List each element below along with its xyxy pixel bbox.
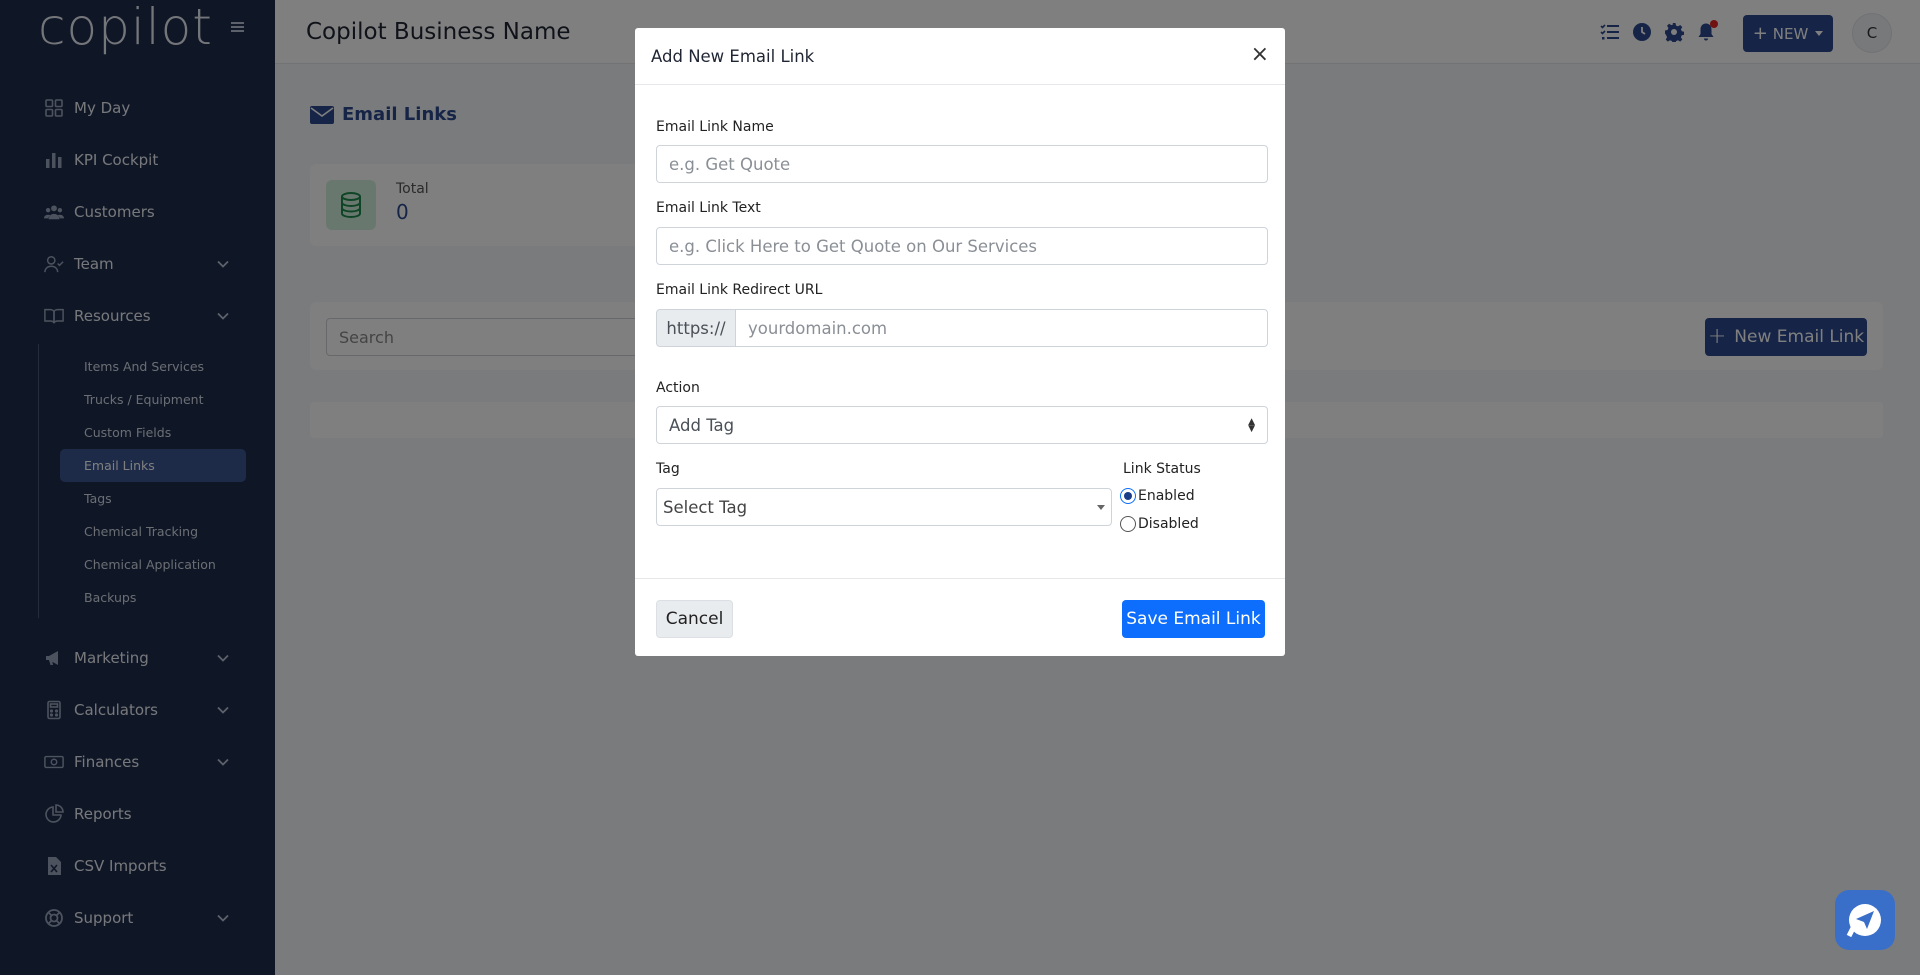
close-icon[interactable]: × [1251,44,1269,66]
add-email-link-modal: Add New Email Link × Email Link Name e.g… [635,28,1285,656]
action-label: Action [656,380,700,396]
url-prefix-addon: https:// [656,309,736,347]
email-link-text-input[interactable]: e.g. Click Here to Get Quote on Our Serv… [656,227,1268,265]
chat-send-icon [1846,904,1881,938]
modal-footer: Cancel Save Email Link [635,578,1285,656]
redirect-url-label: Email Link Redirect URL [656,282,823,298]
action-select[interactable]: Add Tag ▲ ▼ [656,406,1268,444]
email-link-text-label: Email Link Text [656,200,761,216]
email-link-name-input[interactable]: e.g. Get Quote [656,145,1268,183]
status-enabled-radio[interactable] [1120,488,1136,504]
cancel-button[interactable]: Cancel [656,600,733,638]
select-arrows-icon: ▲ ▼ [1248,417,1255,434]
modal-header: Add New Email Link × [635,28,1285,85]
action-select-value: Add Tag [669,415,735,435]
tag-label: Tag [656,461,680,477]
modal-body: Email Link Name e.g. Get Quote Email Lin… [635,85,1285,578]
chat-widget-button[interactable] [1835,890,1895,950]
status-enabled-option[interactable]: Enabled [1120,488,1195,504]
redirect-url-input[interactable]: yourdomain.com [735,309,1268,347]
caret-down-icon [1097,505,1105,510]
save-email-link-button[interactable]: Save Email Link [1122,600,1265,638]
tag-select[interactable]: Select Tag [656,488,1112,526]
status-disabled-radio[interactable] [1120,516,1136,532]
tag-select-placeholder: Select Tag [663,497,748,517]
status-disabled-option[interactable]: Disabled [1120,516,1199,532]
link-status-label: Link Status [1123,461,1201,477]
modal-title: Add New Email Link [651,46,815,66]
status-disabled-label: Disabled [1138,516,1199,532]
status-enabled-label: Enabled [1138,488,1195,504]
email-link-name-label: Email Link Name [656,119,774,135]
